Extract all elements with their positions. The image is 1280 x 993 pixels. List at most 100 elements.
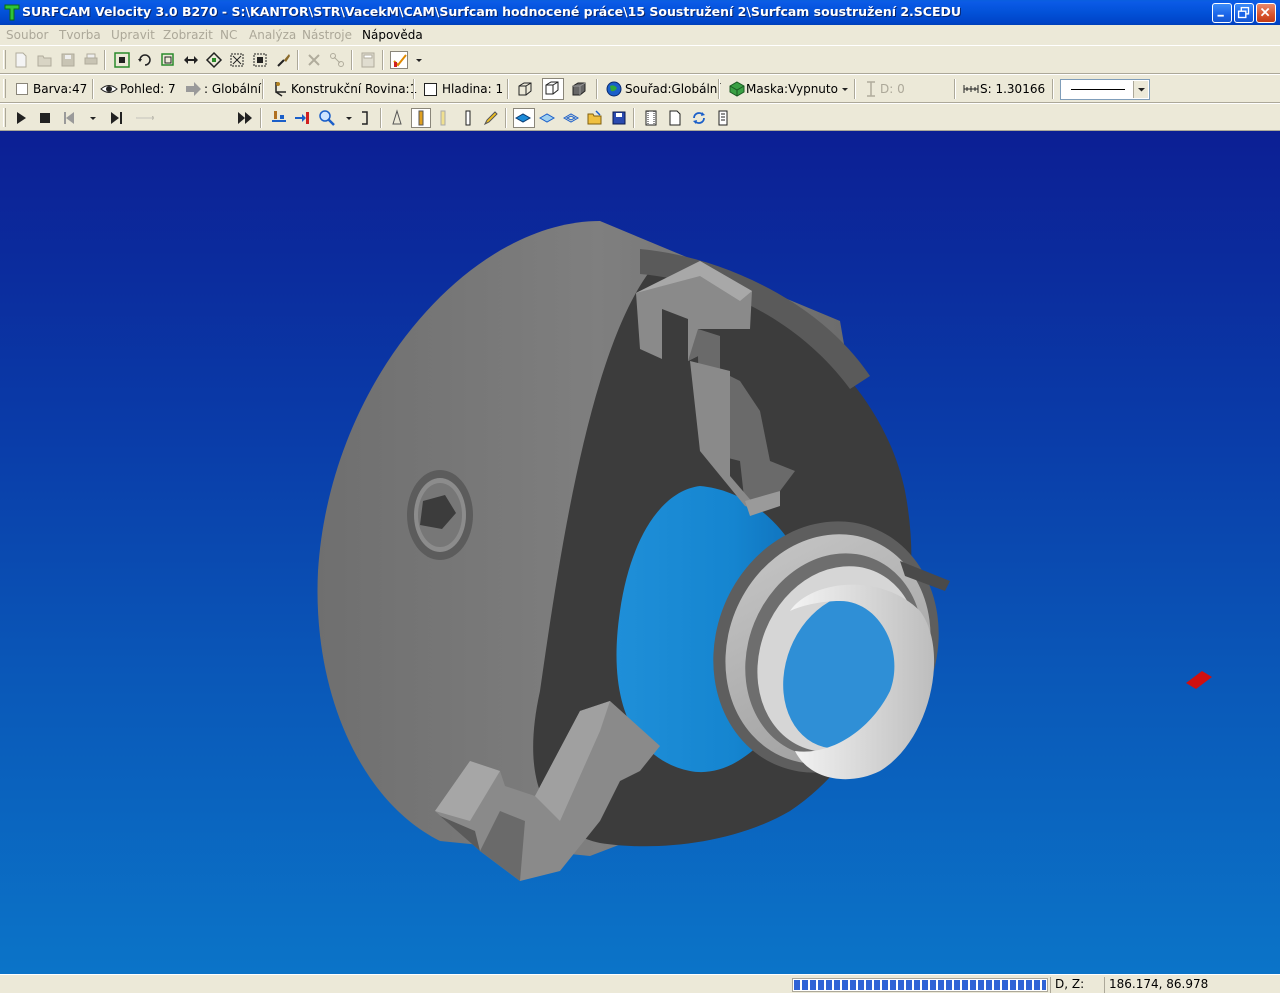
report-button[interactable] [714,109,732,127]
menu-soubor[interactable]: Soubor [6,28,48,42]
zoom-dropdown-button[interactable] [340,109,350,127]
lathe-chuck-model[interactable] [0,131,1280,974]
playback-menu-button[interactable] [84,109,96,127]
menu-tvorba[interactable]: Tvorba [59,28,101,42]
shaded-button[interactable] [570,80,588,98]
separator [297,50,299,70]
menu-analyza[interactable]: Analýza [249,28,296,42]
toolbar-grip[interactable] [3,50,6,69]
refresh-button[interactable] [690,109,708,127]
zoom-button[interactable] [318,109,336,127]
tool-outline-icon [459,109,477,127]
step-forward-button[interactable] [108,109,126,127]
edit-tool-button[interactable] [482,109,500,127]
tool-holder-button[interactable] [411,108,431,128]
new-page-button[interactable] [666,109,684,127]
menu-zobrazit[interactable]: Zobrazit [163,28,213,42]
print-button[interactable] [82,51,100,69]
graphics-viewport[interactable] [0,131,1280,974]
cplane-label[interactable]: Konstrukční Rovina:1 [291,82,417,96]
delete-button[interactable] [305,51,323,69]
scale-label[interactable]: S: 1.30166 [980,82,1045,96]
save-stock-button[interactable] [610,109,628,127]
tool-body-icon [434,109,452,127]
layer-label[interactable]: Hladina: 1 [442,82,503,96]
calculator-button[interactable] [359,51,377,69]
minimize-icon [1213,4,1231,22]
zoom-window-button[interactable] [159,51,177,69]
view-coord-label[interactable]: : Globální [204,82,261,96]
tool-tip-button[interactable] [388,109,406,127]
mask-icon [728,80,746,98]
separator [104,50,106,70]
color-label[interactable]: Barva:47 [33,82,87,96]
restore-button[interactable] [1234,3,1254,23]
toolbar-grip[interactable] [3,79,6,98]
center-button[interactable] [205,51,223,69]
view-label[interactable]: Pohled: 7 [120,82,176,96]
toolbar-grip[interactable] [3,108,6,127]
stock-solid-button[interactable] [513,108,535,128]
open-folder-icon [586,109,604,127]
hidden-line-button[interactable] [542,78,564,100]
fit-height-button[interactable] [356,109,374,127]
separator [380,108,382,128]
menu-upravit[interactable]: Upravit [111,28,155,42]
menu-nastroje[interactable]: Nástroje [302,28,352,42]
depth-label[interactable]: D: 0 [880,82,905,96]
coordinate-readout: 186.174, 86.978 [1104,977,1280,993]
brush-button[interactable] [274,51,292,69]
open-stock-button[interactable] [586,109,604,127]
film-button[interactable] [642,109,660,127]
pan-button[interactable] [182,51,200,69]
redraw-button[interactable] [136,51,154,69]
trim-button[interactable] [328,51,346,69]
surfcam-logo-icon[interactable] [4,4,20,21]
menu-napoveda[interactable]: Nápověda [362,28,423,42]
speed-slider[interactable] [136,109,222,127]
check-button[interactable] [390,51,408,69]
separator [854,79,856,99]
page-icon [666,109,684,127]
zoom-all-button[interactable] [113,51,131,69]
scale-icon [962,80,980,98]
play-button[interactable] [12,109,30,127]
color-swatch[interactable] [16,83,28,95]
tool-outline-button[interactable] [459,109,477,127]
mask-dropdown-button[interactable] [836,80,848,98]
title-bar[interactable]: SURFCAM Velocity 3.0 B270 - S:\KANTOR\ST… [0,0,1280,25]
line-style-select[interactable] [1060,79,1150,100]
verify-button[interactable] [293,109,311,127]
film-strip-icon [642,109,660,127]
stop-button[interactable] [36,109,54,127]
zoom-out-button[interactable] [251,51,269,69]
zoom-out-icon [251,51,269,69]
status-bar: D, Z: 186.174, 86.978 [0,974,1280,992]
redraw-icon [136,51,154,69]
layer-icon [424,83,437,96]
close-button[interactable] [1256,3,1276,23]
tool-body-button[interactable] [434,109,452,127]
zoom-in-button[interactable] [228,51,246,69]
fast-forward-button[interactable] [236,109,254,127]
separator [505,108,507,128]
minimize-button[interactable] [1212,3,1232,23]
menu-nc[interactable]: NC [220,28,237,42]
stock-wire-button[interactable] [562,109,580,127]
new-file-button[interactable] [12,51,30,69]
save-button[interactable] [59,51,77,69]
eye-icon [100,80,118,98]
open-file-button[interactable] [36,51,54,69]
wireframe-button[interactable] [516,80,534,98]
checkmark-icon [391,52,409,70]
coord-label[interactable]: Souřad:Globální [625,82,721,96]
line-style-dropdown-button[interactable] [1133,81,1148,98]
standard-toolbar [0,45,1280,74]
check-dropdown-button[interactable] [410,51,420,69]
chuck-key-socket [407,470,473,560]
tool-path-button[interactable] [270,109,288,127]
stock-transparent-button[interactable] [538,109,556,127]
mask-label[interactable]: Maska:Vypnuto [746,82,838,96]
rewind-button[interactable] [60,109,78,127]
properties-toolbar: Barva:47 Pohled: 7 : Globální Konstrukčn… [0,74,1280,103]
